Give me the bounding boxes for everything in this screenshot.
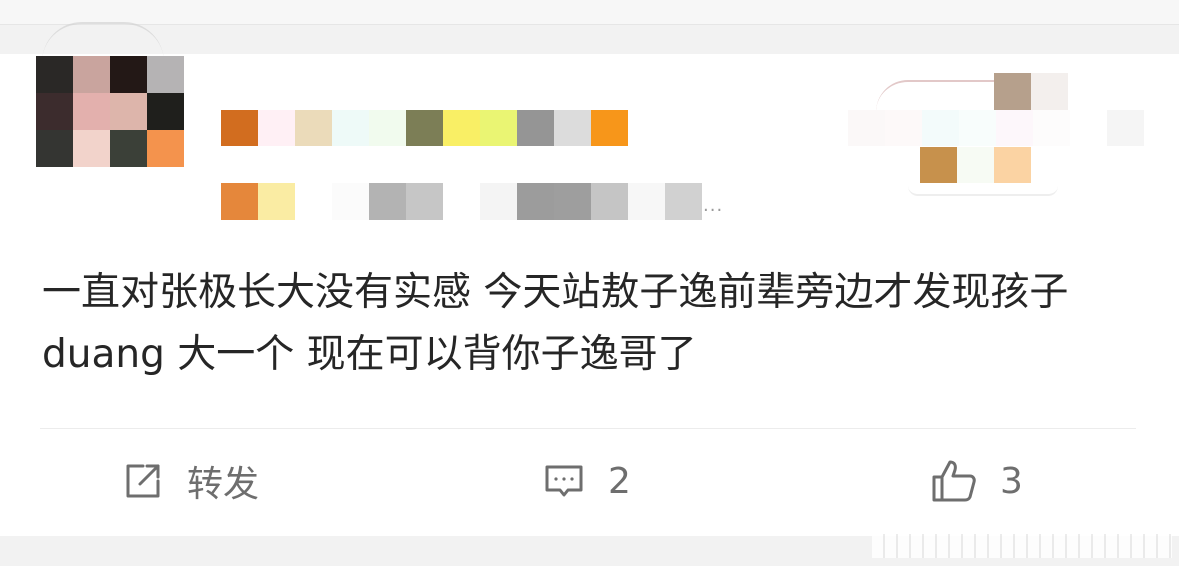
watermark-pixelated — [872, 534, 1172, 558]
avatar-mosaic-cell — [73, 93, 110, 130]
like-count: 3 — [1000, 460, 1023, 502]
username-mosaic-cell — [332, 110, 369, 146]
badge-mosaic-cell — [959, 110, 996, 146]
meta-mosaic-cell — [517, 183, 554, 220]
fan-badge-pixelated[interactable] — [848, 110, 1144, 146]
username-mosaic-cell — [443, 110, 480, 146]
comment-button[interactable]: 2 — [542, 456, 631, 506]
avatar-mosaic-cell — [110, 93, 147, 130]
comment-count: 2 — [608, 460, 631, 502]
badge-mosaic-cell — [1033, 110, 1070, 146]
username-mosaic-cell — [554, 110, 591, 146]
badge-mosaic-cell — [957, 147, 994, 183]
username-mosaic-cell — [517, 110, 554, 146]
divider — [40, 428, 1136, 429]
badge-outline-bottom — [908, 186, 1058, 196]
comment-text: 一直对张极长大没有实感 今天站敖子逸前辈旁边才发现孩子 duang 大一个 现在… — [42, 270, 1069, 377]
avatar-mosaic-cell — [36, 56, 73, 93]
username-mosaic-cell — [221, 110, 258, 146]
badge-mosaic-cell — [1107, 110, 1144, 146]
avatar-mosaic-cell — [147, 56, 184, 93]
meta-mosaic-cell — [665, 183, 702, 220]
username-mosaic-cell — [295, 110, 332, 146]
comment-icon — [542, 459, 586, 503]
meta-mosaic-cell — [221, 183, 258, 220]
badge-mosaic-cell — [1031, 73, 1068, 110]
meta-mosaic-cell — [628, 183, 665, 220]
meta-mosaic-cell — [591, 183, 628, 220]
meta-mosaic-cell — [480, 183, 517, 220]
avatar-mosaic-cell — [36, 130, 73, 167]
avatar-mosaic-cell — [110, 130, 147, 167]
meta-mosaic-cell — [369, 183, 406, 220]
username-mosaic-cell — [406, 110, 443, 146]
avatar-mosaic-cell — [36, 93, 73, 130]
meta-mosaic-cell — [443, 183, 480, 220]
badge-mosaic-cell — [920, 147, 957, 183]
username-mosaic-cell — [591, 110, 628, 146]
badge-mosaic-cell — [885, 110, 922, 146]
avatar[interactable] — [36, 56, 184, 167]
repost-button[interactable]: 转发 — [121, 456, 259, 506]
username-mosaic-cell — [258, 110, 295, 146]
username-mosaic-cell — [480, 110, 517, 146]
badge-mosaic-cell — [922, 110, 959, 146]
meta-mosaic-cell — [554, 183, 591, 220]
feed-gap-top — [0, 0, 1179, 25]
meta-mosaic-cell — [406, 183, 443, 220]
user-meta-pixelated — [221, 183, 702, 220]
avatar-mosaic-cell — [147, 130, 184, 167]
meta-mosaic-cell — [332, 183, 369, 220]
badge-mosaic-cell — [996, 110, 1033, 146]
fan-badge-top-pixelated — [994, 73, 1068, 110]
username-mosaic-cell — [369, 110, 406, 146]
badge-mosaic-cell — [994, 147, 1031, 183]
badge-mosaic-cell — [1070, 110, 1107, 146]
repost-label: 转发 — [187, 464, 260, 505]
avatar-mosaic-cell — [73, 130, 110, 167]
avatar-mosaic-cell — [147, 93, 184, 130]
badge-mosaic-cell — [994, 73, 1031, 110]
fan-badge-pixelated-lower — [920, 147, 1031, 183]
username-pixelated[interactable] — [221, 110, 628, 146]
avatar-mosaic-cell — [110, 56, 147, 93]
meta-ellipsis: ... — [703, 195, 724, 216]
like-button[interactable]: 3 — [930, 456, 1023, 506]
badge-mosaic-cell — [848, 110, 885, 146]
avatar-mosaic-cell — [73, 56, 110, 93]
share-edit-icon — [121, 459, 165, 503]
thumbs-up-icon — [930, 458, 978, 504]
meta-mosaic-cell — [295, 183, 332, 220]
next-card-edge — [0, 566, 1179, 575]
meta-mosaic-cell — [258, 183, 295, 220]
